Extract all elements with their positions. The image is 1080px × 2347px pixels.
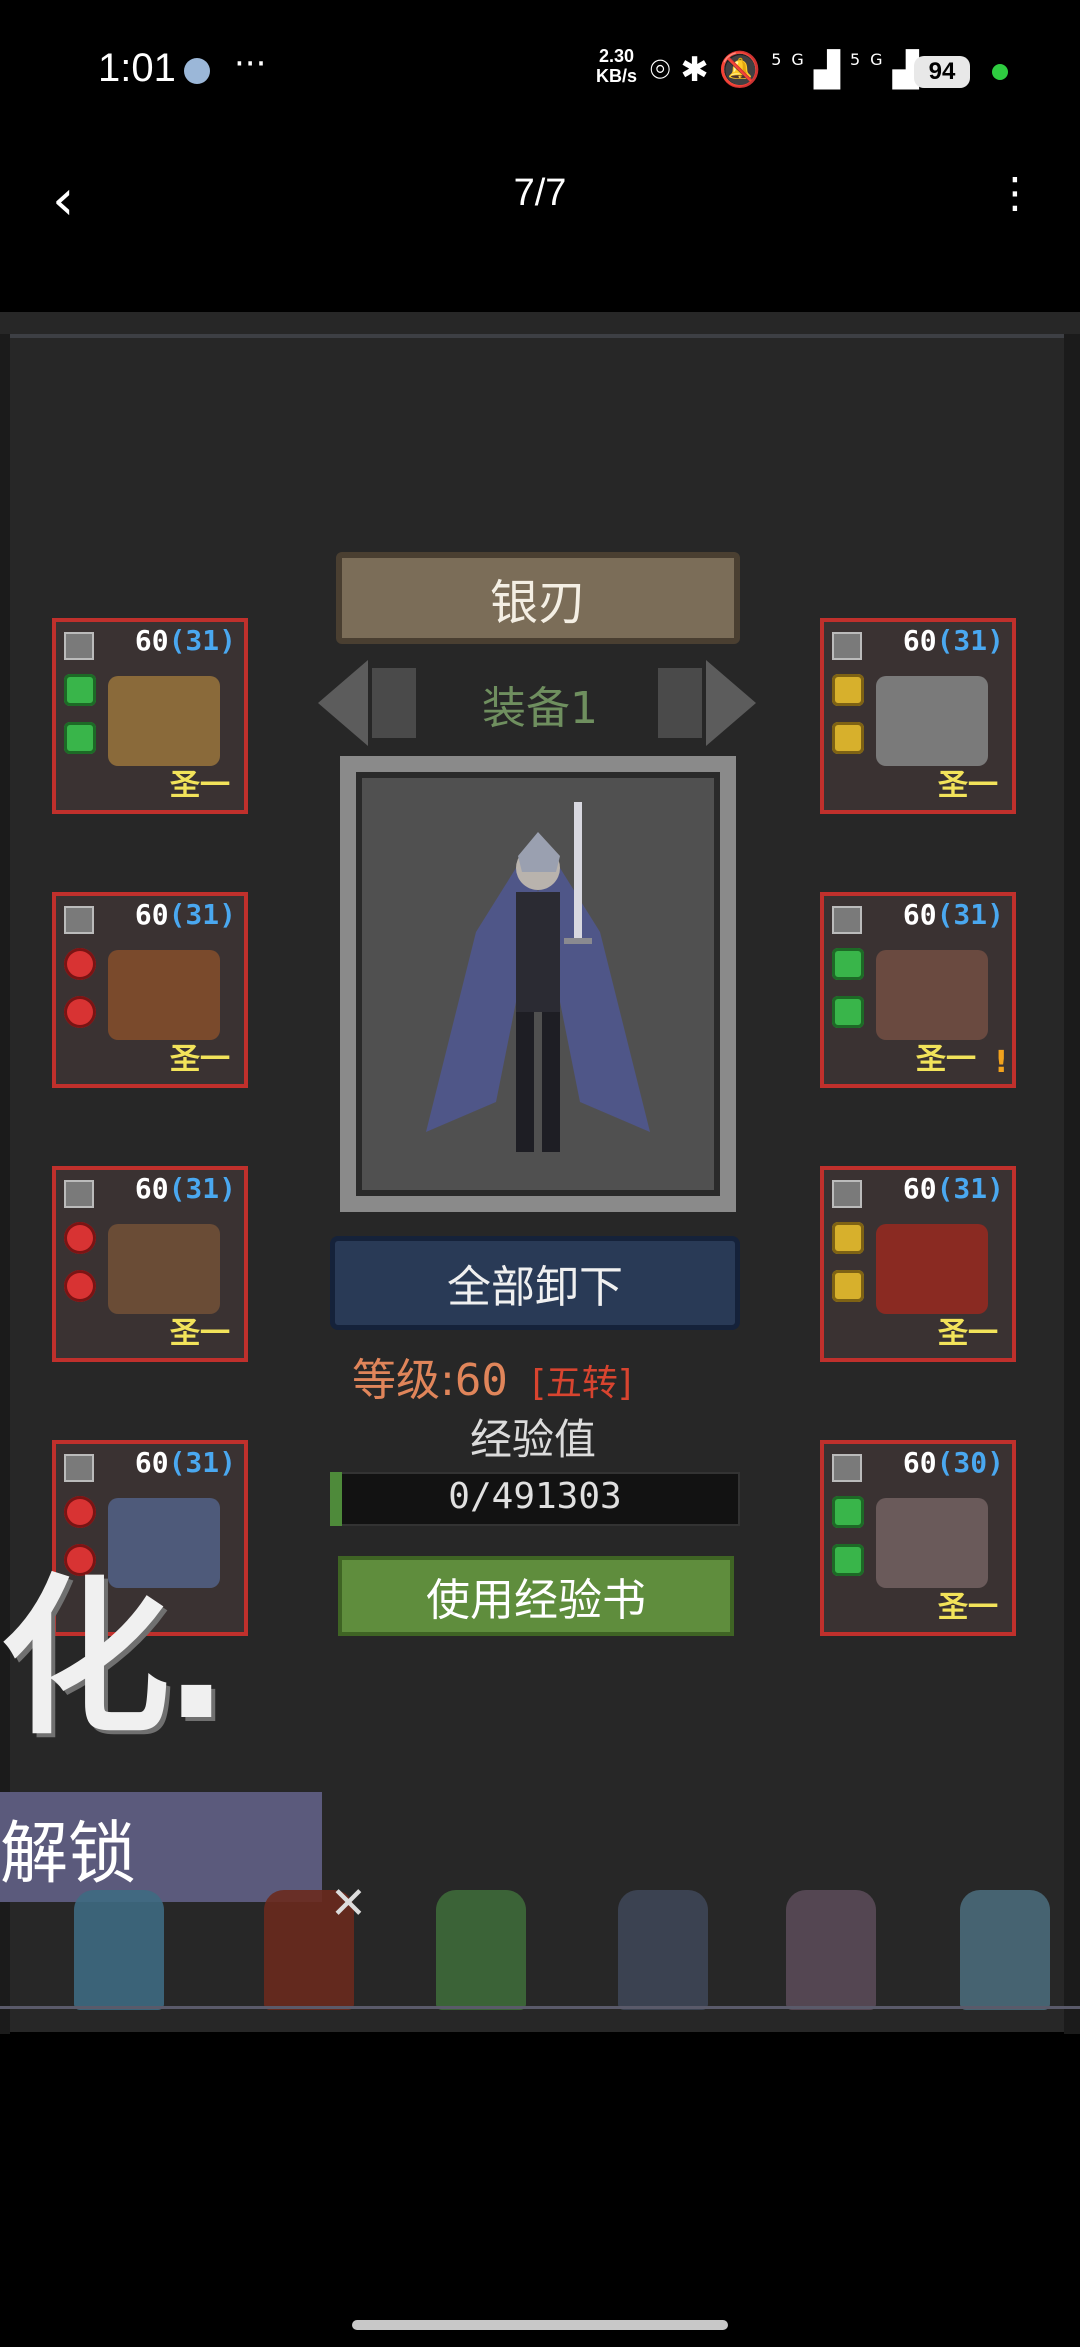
character-name-banner: 银刃 [336,552,740,644]
lock-icon [832,906,862,934]
gloves-item-icon [876,950,988,1040]
network-speed: 2.30 KB/s [596,46,637,86]
exp-label: 经验值 [470,1415,597,1464]
equipment-slot-right-2[interactable]: 60(31) 圣一 ! [820,892,1016,1088]
gem-socket-icon [832,1544,864,1576]
gem-socket-icon [832,948,864,980]
equipment-slot-right-3[interactable]: 60(31) 圣一 [820,1166,1016,1362]
slot-grade: 圣一 [938,1590,998,1625]
slot-level: 60(31) [134,1172,236,1205]
helmet-item-icon [108,676,220,766]
prev-equip-set-icon[interactable] [318,660,422,746]
network-type-1: 5G [771,50,814,69]
gem-socket-icon [64,948,96,980]
gem-socket-icon [64,722,96,754]
leg-armor-item-icon [108,1224,220,1314]
slot-level: 60(31) [134,624,236,657]
location-icon: ⌾ [650,50,681,90]
more-options-icon[interactable]: ⋮ [994,168,1036,217]
gem-socket-icon [832,674,864,706]
level-row: 等级:60 [五转] [352,1344,632,1408]
lock-icon [64,1180,94,1208]
equipment-slot-left-2[interactable]: 60(31) 圣一 [52,892,248,1088]
slot-level: 60(31) [902,1172,1004,1205]
necklace-item-icon [876,676,988,766]
hero-strip-divider [0,2006,1080,2009]
promo-overlay-text: 化. [0,1560,229,1758]
status-time: 1:01 [98,46,176,90]
hero-ice-mage[interactable] [74,1890,164,2010]
lock-icon [832,632,862,660]
equipment-slot-left-3[interactable]: 60(31) 圣一 [52,1166,248,1362]
mute-icon: 🔕 [718,50,772,90]
privacy-indicator-dot [992,64,1008,80]
bluetooth-icon: ✱ [680,50,719,90]
gem-socket-icon [64,674,96,706]
gem-socket-icon [64,1270,96,1302]
left-scroll-edge [0,334,10,2034]
slot-level: 60(30) [902,1446,1004,1479]
slot-grade: 圣一 [170,768,230,803]
equipment-slot-right-4[interactable]: 60(30) 圣一 [820,1440,1016,1636]
level-label: 等级: [352,1355,455,1406]
status-bar: 1:01 ··· 2.30 KB/s ⌾✱🔕5G▟5G▟ 94 [0,0,1080,140]
gem-socket-icon [832,722,864,754]
rebirth-label: [五转] [531,1363,632,1404]
next-equip-set-icon[interactable] [652,660,756,746]
lock-icon [832,1180,862,1208]
gem-socket-icon [64,996,96,1028]
home-indicator[interactable] [352,2320,728,2330]
slot-level: 60(31) [134,898,236,931]
network-speed-value: 2.30 [598,46,635,66]
network-type-2: 5G [849,50,893,69]
slot-grade: 圣一 [938,1316,998,1351]
lock-icon [64,632,94,660]
gem-socket-icon [832,1270,864,1302]
gem-socket-icon [64,1222,96,1254]
weapon-item-icon [876,1498,988,1588]
exp-value: 0/491303 [448,1476,622,1517]
hero-archer[interactable] [436,1890,526,2010]
equipment-slot-right-1[interactable]: 60(31) 圣一 [820,618,1016,814]
equipment-slot-left-1[interactable]: 60(31) 圣一 [52,618,248,814]
lock-icon [64,1454,94,1482]
ring-item-icon [876,1224,988,1314]
lock-icon [832,1454,862,1482]
slot-level: 60(31) [902,624,1004,657]
close-icon[interactable]: ✕ [330,1878,367,1929]
battery-indicator: 94 [914,56,970,88]
gem-socket-icon [832,1222,864,1254]
hero-valkyrie[interactable] [786,1890,876,2010]
warning-icon: ! [994,1045,1008,1080]
gem-socket-icon [832,996,864,1028]
hero-warrior[interactable] [618,1890,708,2010]
character-sprite [426,802,650,1152]
signal-icon: ▟ [813,50,850,90]
unequip-all-button[interactable]: 全部卸下 [330,1236,740,1330]
right-scroll-edge [1064,334,1080,2034]
level-value: 60 [454,1355,508,1406]
slot-level: 60(31) [902,898,1004,931]
game-top-divider [0,334,1080,338]
lock-icon [64,906,94,934]
armor-item-icon [108,950,220,1040]
slot-grade: 圣一 [938,768,998,803]
slot-grade: 圣一 [916,1042,976,1077]
equip-set-label: 装备1 [482,683,598,734]
back-icon[interactable]: ‹ [52,168,74,233]
gem-socket-icon [832,1496,864,1528]
hero-gunner[interactable] [960,1890,1050,2010]
character-portrait [340,756,736,1212]
network-speed-unit: KB/s [596,66,638,86]
use-exp-book-button[interactable]: 使用经验书 [338,1556,734,1636]
slot-level: 60(31) [134,1446,236,1479]
page-counter: 7/7 [513,172,567,214]
slot-grade: 圣一 [170,1316,230,1351]
notification-app-icon [184,58,210,84]
slot-grade: 圣一 [170,1042,230,1077]
more-notifications-icon: ··· [234,44,267,84]
status-icons: ⌾✱🔕5G▟5G▟ [650,50,929,90]
